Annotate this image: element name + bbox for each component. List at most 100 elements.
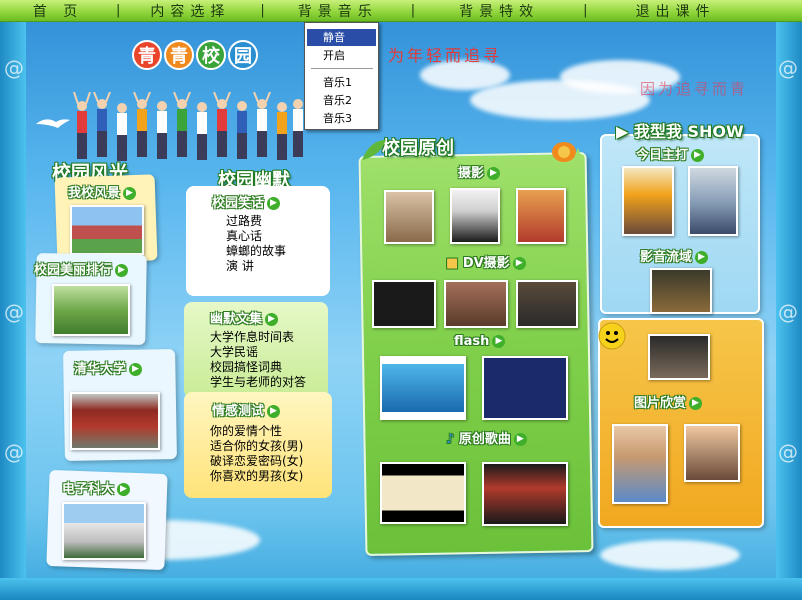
arrow-right-icon: ▶ — [492, 335, 506, 348]
link-label: 图片欣赏 — [634, 396, 687, 411]
show-title-text: 我型我 SHOW — [633, 122, 744, 141]
flash-thumb[interactable] — [482, 356, 568, 420]
photography-photo[interactable] — [516, 188, 566, 244]
link-emotion-tests[interactable]: 情感测试 ▶ — [212, 400, 281, 419]
joke-item[interactable]: 真心话 — [226, 229, 286, 244]
film-icon: ■ — [446, 256, 459, 271]
show-title: ▶ 我型我 SHOW — [616, 118, 744, 142]
tests-list: 你的爱情个性 适合你的女孩(男) 破译恋爱密码(女) 你喜欢的男孩(女) — [210, 424, 303, 484]
link-label: 摄影 — [458, 166, 485, 181]
campus-original-title: 校园原创 — [382, 138, 454, 159]
flash-thumb[interactable] — [380, 356, 466, 420]
link-beauty-ranking[interactable]: 校园美丽排行 ▶ — [34, 259, 129, 278]
nav-background-effects[interactable]: 背景特效 — [415, 1, 583, 21]
menu-item-on[interactable]: 开启 — [307, 47, 376, 64]
link-humor-writings[interactable]: 幽默文集 ▶ — [210, 308, 279, 327]
link-dv-video[interactable]: ■ DV摄影 ▶ — [446, 252, 526, 271]
link-label: 情感测试 — [212, 404, 265, 419]
media-stream-thumb[interactable] — [648, 334, 710, 380]
test-item[interactable]: 适合你的女孩(男) — [210, 439, 303, 454]
link-photography[interactable]: 摄影 ▶ — [458, 162, 501, 181]
gallery-photo[interactable] — [612, 424, 668, 504]
writings-list: 大学作息时间表 大学民谣 校园搞怪词典 学生与老师的对答 — [210, 330, 306, 390]
arrow-right-icon: ▶ — [129, 363, 143, 376]
writing-item[interactable]: 校园搞怪词典 — [210, 360, 306, 375]
arrow-right-icon: ▶ — [512, 257, 526, 270]
song-thumb[interactable] — [482, 462, 568, 526]
swirl-icon: @ — [778, 300, 798, 324]
media-stream-thumb[interactable] — [650, 268, 712, 314]
link-uestc[interactable]: 电子科大 ▶ — [62, 478, 131, 497]
today-feature-photo[interactable] — [622, 166, 674, 236]
link-campus-jokes[interactable]: 校园笑话 ▶ — [212, 192, 281, 211]
link-photo-gallery[interactable]: 图片欣赏 ▶ — [634, 392, 703, 411]
arrow-right-icon: ▶ — [267, 405, 281, 418]
logo-char: 校 — [196, 40, 226, 70]
logo-char: 青 — [132, 40, 162, 70]
test-item[interactable]: 你喜欢的男孩(女) — [210, 469, 303, 484]
joke-item[interactable]: 过路费 — [226, 214, 286, 229]
gallery-photo[interactable] — [684, 424, 740, 482]
test-item[interactable]: 你的爱情个性 — [210, 424, 303, 439]
smiley-icon — [598, 322, 626, 350]
site-logo[interactable]: 青 青 校 园 — [132, 40, 258, 70]
link-label: 今日主打 — [636, 148, 689, 163]
swirl-icon: @ — [778, 56, 798, 80]
swirl-icon: @ — [4, 56, 24, 80]
link-label: 清华大学 — [74, 362, 127, 377]
test-item[interactable]: 破译恋爱密码(女) — [210, 454, 303, 469]
nav-content-select[interactable]: 内容选择 — [120, 1, 260, 21]
swirl-icon: @ — [4, 300, 24, 324]
logo-char: 青 — [164, 40, 194, 70]
writing-item[interactable]: 大学作息时间表 — [210, 330, 306, 345]
arrow-right-icon: ▶ — [695, 251, 709, 264]
writing-item[interactable]: 学生与老师的对答 — [210, 375, 306, 390]
play-icon: ▶ — [616, 122, 629, 141]
today-feature-photo[interactable] — [688, 166, 738, 236]
menu-separator — [311, 68, 373, 69]
swirl-icon: @ — [778, 440, 798, 464]
jokes-list: 过路费 真心话 蟑螂的故事 演 讲 — [226, 214, 286, 274]
nav-background-music[interactable]: 背景音乐 — [265, 1, 411, 21]
dv-video-thumb[interactable] — [444, 280, 508, 328]
link-media-stream[interactable]: 影音流域 ▶ — [640, 246, 709, 265]
link-flash[interactable]: flash ▶ — [454, 334, 506, 349]
beauty-ranking-photo[interactable] — [52, 284, 130, 336]
arrow-right-icon: ▶ — [689, 397, 703, 410]
uestc-photo[interactable] — [62, 502, 146, 560]
music-dropdown-menu: 静音 开启 音乐1 音乐2 音乐3 — [304, 22, 379, 130]
link-today-feature[interactable]: 今日主打 ▶ — [636, 144, 705, 163]
arrow-right-icon: ▶ — [265, 313, 279, 326]
our-scenery-photo[interactable] — [70, 205, 144, 255]
arrow-right-icon: ▶ — [115, 264, 129, 277]
tsinghua-photo[interactable] — [70, 392, 160, 450]
nav-exit[interactable]: 退出课件 — [588, 1, 764, 21]
link-tsinghua[interactable]: 清华大学 ▶ — [74, 358, 143, 377]
music-note-icon: ♪ — [446, 432, 455, 447]
menu-item-mute[interactable]: 静音 — [307, 29, 376, 46]
dv-video-thumb[interactable] — [516, 280, 578, 328]
photography-photo[interactable] — [450, 188, 500, 244]
link-label: 校园美丽排行 — [34, 263, 113, 278]
joke-item[interactable]: 演 讲 — [226, 259, 286, 274]
bottom-frame — [0, 578, 802, 600]
photography-photo[interactable] — [384, 190, 434, 244]
top-nav: 首 页 | 内容选择 | 背景音乐 | 背景特效 | 退出课件 — [0, 0, 802, 22]
link-our-scenery[interactable]: 我校风景 ▶ — [68, 182, 137, 201]
nav-home[interactable]: 首 页 — [0, 1, 116, 21]
slogan: 为年轻而追寻 — [388, 46, 503, 65]
link-original-songs[interactable]: ♪ 原创歌曲 ▶ — [446, 428, 527, 447]
link-label: flash — [454, 334, 490, 349]
link-label: 幽默文集 — [210, 312, 263, 327]
song-thumb[interactable] — [380, 462, 466, 524]
menu-item-music2[interactable]: 音乐2 — [307, 92, 376, 109]
arrow-right-icon: ▶ — [691, 149, 705, 162]
joke-item[interactable]: 蟑螂的故事 — [226, 244, 286, 259]
link-label: 校园笑话 — [212, 196, 265, 211]
dv-video-thumb[interactable] — [372, 280, 436, 328]
menu-item-music3[interactable]: 音乐3 — [307, 110, 376, 127]
link-label: 原创歌曲 — [458, 432, 511, 447]
writing-item[interactable]: 大学民谣 — [210, 345, 306, 360]
menu-item-music1[interactable]: 音乐1 — [307, 74, 376, 91]
swirl-icon: @ — [4, 440, 24, 464]
